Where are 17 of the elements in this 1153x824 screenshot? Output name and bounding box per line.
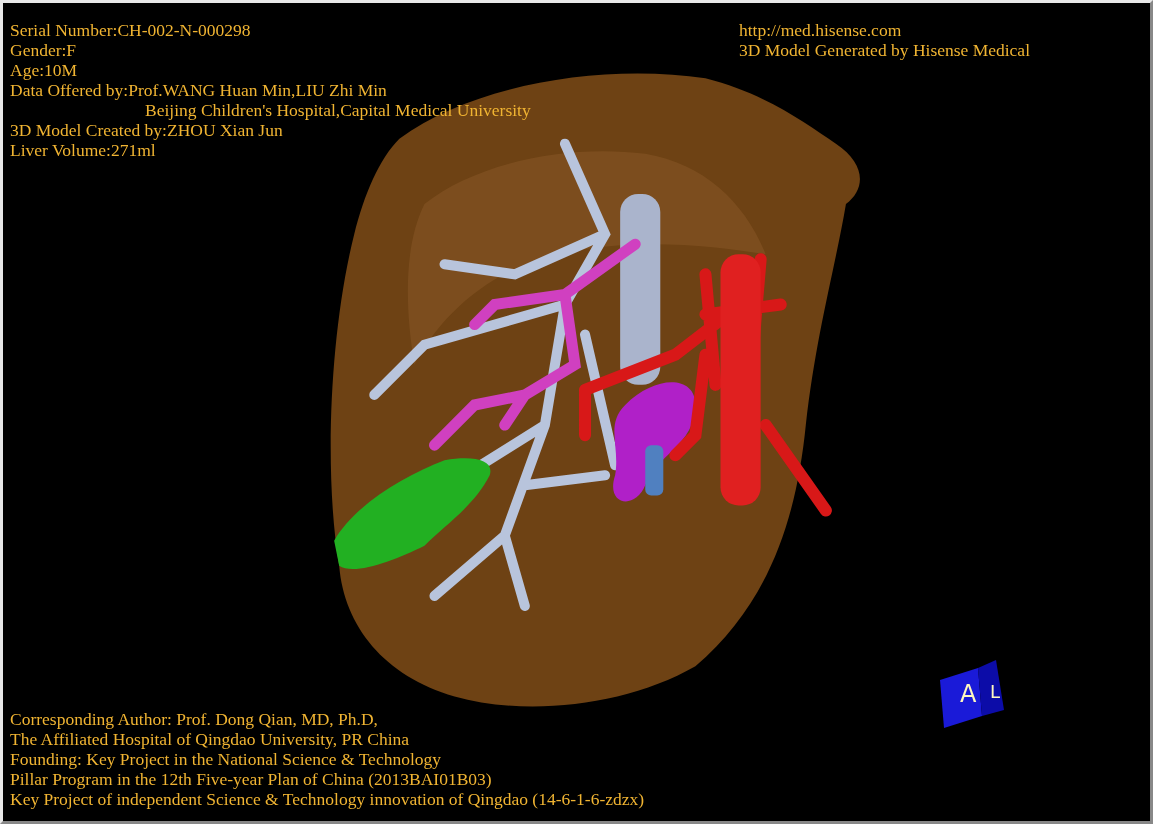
cube-label: A (960, 680, 977, 708)
info-text: Gender:F (10, 40, 77, 60)
info-text: Beijing Children's Hospital,Capital Medical University (144, 100, 531, 120)
orientation-cube[interactable] (940, 660, 1004, 728)
credit-text: Founding: Key Project in the National Science & Technology (10, 749, 441, 769)
info-text: 3D Model Created by:ZHOU Xian Jun (10, 120, 283, 140)
info-text: Liver Volume:271ml (10, 140, 156, 160)
credit-text: Key Project of independent Science & Technology innovation of Qingdao (14-6-1-6-zdzx) (10, 789, 645, 809)
cube-label: L (990, 681, 1001, 702)
website-link[interactable]: http://med.hisense.com (738, 20, 902, 40)
info-text: Age:10M (10, 60, 78, 80)
generator-text: 3D Model Generated by Hisense Medical (738, 40, 1030, 60)
info-text: Data Offered by:Prof.WANG Huan Min,LIU Zhi Min (10, 80, 387, 100)
info-text: Serial Number:CH-002-N-000298 (10, 20, 251, 40)
credit-text: Corresponding Author: Prof. Dong Qian, MD, Ph.D, (10, 709, 378, 729)
credit-text: Pillar Program in the 12th Five-year Plan of China (2013BAI01B03) (10, 769, 492, 789)
credit-text: The Affiliated Hospital of Qingdao University, PR China (10, 729, 410, 749)
